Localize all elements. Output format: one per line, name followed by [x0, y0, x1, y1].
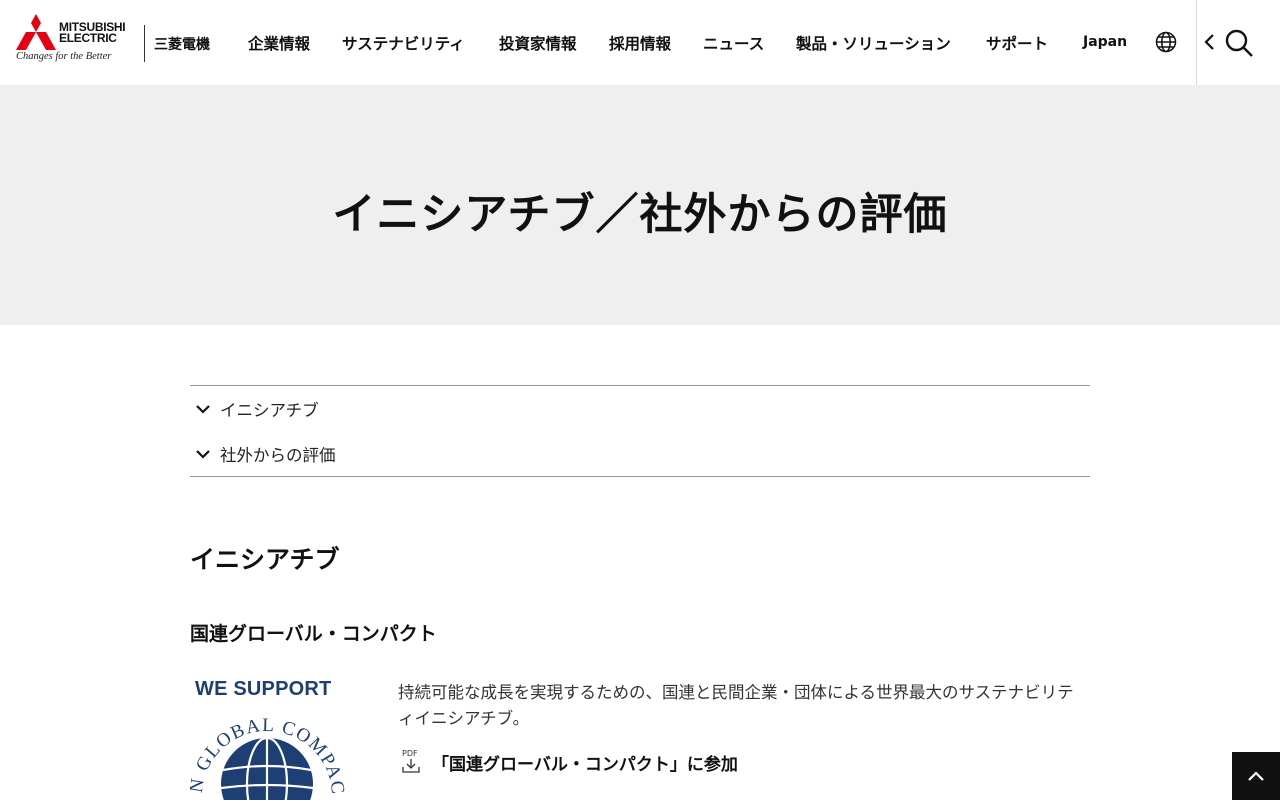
site-header: MITSUBISHI ELECTRIC Changes for the Bett… — [0, 0, 1280, 85]
nav-item-products[interactable]: 製品・ソリューション — [796, 32, 951, 54]
three-diamonds-logo-icon — [16, 14, 56, 50]
initiative-description: 持続可能な成長を実現するための、国連と民間企業・団体による世界最大のサステナビリ… — [398, 683, 1074, 728]
pdf-link-text: 「国連グローバル・コンパクト」に参加 — [432, 754, 738, 775]
globe-icon[interactable] — [1155, 31, 1177, 53]
un-global-compact-logo: WE SUPPORT UN GLOBAL COMPACT — [190, 674, 345, 800]
logo-brand-text: MITSUBISHI ELECTRIC — [59, 20, 126, 45]
chevron-down-icon — [196, 405, 210, 414]
chevron-up-icon — [1248, 771, 1264, 781]
un-globe-emblem-icon: UN GLOBAL COMPACT — [190, 696, 345, 800]
nav-item-news[interactable]: ニュース — [703, 32, 764, 54]
search-icon[interactable] — [1224, 28, 1254, 58]
nav-item-investors[interactable]: 投資家情報 — [499, 32, 577, 54]
anchor-link-initiatives[interactable]: イニシアチブ — [190, 394, 319, 424]
page-title: イニシアチブ／社外からの評価 — [332, 190, 948, 240]
logo-divider — [144, 25, 145, 62]
chevron-down-icon — [196, 450, 210, 459]
subsection-heading: 国連グローバル・コンパクト — [190, 623, 437, 645]
logo-tagline: Changes for the Better — [16, 51, 112, 62]
company-logo[interactable]: MITSUBISHI ELECTRIC Changes for the Bett… — [16, 14, 216, 66]
nav-item-careers[interactable]: 採用情報 — [609, 32, 671, 54]
chevron-left-icon[interactable] — [1203, 33, 1217, 51]
back-to-top-button[interactable] — [1232, 752, 1280, 800]
anchor-link-external-evaluation[interactable]: 社外からの評価 — [190, 439, 336, 469]
section-heading: イニシアチブ — [190, 545, 340, 574]
anchor-link-list: イニシアチブ 社外からの評価 — [190, 385, 1090, 477]
nav-item-support[interactable]: サポート — [986, 32, 1048, 54]
nav-item-sustainability[interactable]: サステナビリティ — [342, 32, 465, 54]
pdf-download-link[interactable]: PDF 「国連グローバル・コンパクト」に参加 — [400, 748, 738, 776]
nav-item-region[interactable]: Japan — [1083, 34, 1127, 50]
logo-japanese-name: 三菱電機 — [154, 37, 210, 53]
header-separator — [1196, 0, 1197, 85]
anchor-link-label: イニシアチブ — [220, 401, 319, 420]
anchor-link-label: 社外からの評価 — [220, 446, 336, 465]
page-hero: イニシアチブ／社外からの評価 — [0, 85, 1280, 325]
nav-item-corporate[interactable]: 企業情報 — [248, 32, 310, 54]
pdf-download-icon: PDF — [400, 749, 422, 775]
